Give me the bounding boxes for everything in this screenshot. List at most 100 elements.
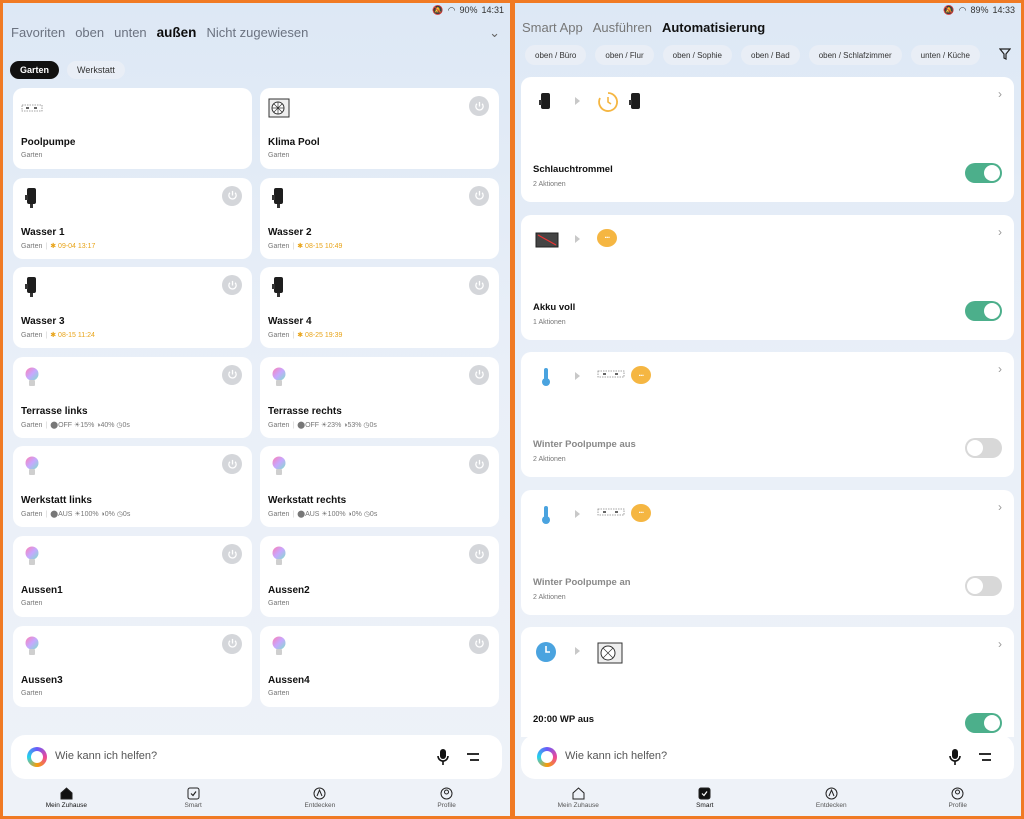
nav-item[interactable]: Profile: [383, 787, 510, 816]
automation-toggle[interactable]: [965, 575, 1002, 596]
automation-card[interactable]: ··· › Winter Poolpumpe an 2 Aktionen: [521, 489, 1014, 615]
home-icon: [572, 787, 585, 800]
water-valve-icon: [629, 93, 640, 109]
device-card[interactable]: Aussen1 Garten: [13, 536, 252, 617]
chevron-right-icon[interactable]: ›: [998, 87, 1002, 101]
chevron-right-icon[interactable]: ›: [998, 362, 1002, 376]
menu-icon[interactable]: [978, 750, 992, 764]
power-button[interactable]: [469, 364, 489, 385]
tab-nicht-zugewiesen[interactable]: Nicht zugewiesen: [206, 25, 308, 40]
automation-toggle[interactable]: [965, 300, 1002, 321]
condition-icon: [535, 504, 557, 526]
room-chip[interactable]: oben / Schlafzimmer: [808, 45, 902, 65]
power-button[interactable]: [222, 185, 242, 206]
automation-card[interactable]: › 20:00 WP aus: [521, 627, 1014, 737]
assistant-bar[interactable]: Wie kann ich helfen?: [11, 735, 502, 779]
automation-card[interactable]: › Schlauchtrommel 2 Aktionen: [521, 77, 1014, 202]
nav-item[interactable]: Entdecken: [257, 787, 384, 816]
device-card[interactable]: Klima Pool Garten: [260, 88, 499, 169]
device-grid: Poolpumpe Garten Klima Pool Garten Wasser 1 G…: [13, 88, 499, 738]
separator: |: [292, 332, 295, 340]
tab-ausfuehren[interactable]: Ausführen: [593, 20, 652, 35]
device-card[interactable]: Terrasse links Garten | ⬤OFF ☀15% ◑40% ◷0s: [13, 356, 252, 438]
nav-item[interactable]: Mein Zuhause: [3, 787, 130, 816]
automation-card[interactable]: ··· › Winter Poolpumpe aus 2 Aktionen: [521, 352, 1014, 477]
condition-icon: [535, 91, 557, 113]
room-chip[interactable]: oben / Sophie: [662, 45, 732, 65]
device-name: Terrasse rechts: [268, 405, 342, 417]
filter-icon[interactable]: [999, 48, 1011, 60]
clock: 14:31: [481, 5, 504, 15]
thermometer-icon: [542, 368, 550, 386]
device-card[interactable]: Wasser 2 Garten | ✱ 08-15 10:49: [260, 177, 499, 259]
home-panel: 🔕 ◠ 90% 14:31 Favoriten oben unten außen…: [3, 3, 510, 816]
device-card[interactable]: Poolpumpe Garten: [13, 88, 252, 169]
mute-icon: 🔕: [943, 4, 955, 15]
device-name: Aussen4: [268, 674, 310, 686]
power-button[interactable]: [469, 544, 489, 564]
device-card[interactable]: Aussen3 Garten: [13, 625, 252, 707]
chevron-right-icon[interactable]: ›: [998, 500, 1002, 514]
assistant-orb-icon: [27, 747, 47, 767]
automation-toggle[interactable]: [965, 163, 1002, 183]
chip-werkstatt[interactable]: Werkstatt: [67, 61, 125, 79]
menu-icon[interactable]: [466, 750, 480, 764]
room-chip[interactable]: oben / Flur: [595, 45, 654, 65]
tab-smart-app[interactable]: Smart App: [522, 20, 583, 35]
chevron-right-icon[interactable]: ›: [998, 637, 1002, 651]
power-button[interactable]: [222, 454, 242, 475]
tab-oben[interactable]: oben: [75, 25, 104, 40]
device-card[interactable]: Wasser 4 Garten | ✱ 08-25 19:39: [260, 267, 499, 349]
power-button[interactable]: [469, 633, 489, 654]
automation-toggle[interactable]: [965, 713, 1002, 733]
separator: |: [292, 242, 295, 250]
nav-item[interactable]: Entdecken: [768, 787, 895, 816]
tab-automatisierung[interactable]: Automatisierung: [662, 20, 765, 35]
room-chip[interactable]: oben / Bad: [741, 45, 800, 65]
power-button[interactable]: [469, 275, 489, 296]
automation-card[interactable]: ··· › Akku voll 1 Aktionen: [521, 214, 1014, 340]
nav-item[interactable]: Smart: [130, 787, 257, 816]
device-name: Werkstatt links: [21, 495, 92, 507]
device-card[interactable]: Wasser 3 Garten | ✱ 08-15 11:24: [13, 267, 252, 349]
power-button[interactable]: [222, 364, 242, 385]
chevron-down-icon[interactable]: ⌄: [489, 25, 500, 41]
device-card[interactable]: Werkstatt rechts Garten | ⬤AUS ☀100% ◑0% ◷0…: [260, 446, 499, 528]
tab-aussen[interactable]: außen: [157, 25, 197, 40]
notification-icon: ···: [631, 366, 651, 384]
device-card[interactable]: Terrasse rechts Garten | ⬤OFF ☀23% ◑53% ◷0s: [260, 356, 499, 438]
chevron-right-icon[interactable]: ›: [998, 225, 1002, 239]
mic-icon[interactable]: [436, 748, 450, 766]
device-card[interactable]: Aussen4 Garten: [260, 625, 499, 707]
water-valve-icon: [21, 275, 43, 299]
device-card[interactable]: Aussen2 Garten: [260, 536, 499, 617]
device-subtitle: Garten | ⬤AUS ☀100% ◑0% ◷0s: [21, 510, 130, 518]
device-card[interactable]: Wasser 1 Garten | ✱ 09-04 13:17: [13, 177, 252, 259]
device-card[interactable]: Werkstatt links Garten | ⬤AUS ☀100% ◑0% ◷0s: [13, 446, 252, 528]
power-button[interactable]: [469, 96, 489, 116]
nav-label: Entdecken: [304, 802, 336, 809]
nav-item[interactable]: Mein Zuhause: [515, 787, 642, 816]
chip-garten[interactable]: Garten: [10, 61, 60, 79]
bulb-icon: [21, 454, 43, 478]
power-button[interactable]: [222, 275, 242, 296]
device-name: Poolpumpe: [21, 137, 76, 148]
automation-toggle[interactable]: [965, 438, 1002, 458]
tab-unten[interactable]: unten: [114, 25, 147, 40]
mic-icon[interactable]: [948, 748, 962, 766]
assistant-bar[interactable]: Wie kann ich helfen?: [521, 735, 1014, 779]
nav-item[interactable]: Smart: [642, 787, 769, 816]
device-subtitle: Garten | ✱ 09-04 13:17: [21, 242, 95, 250]
room-chip[interactable]: oben / Büro: [525, 45, 587, 65]
power-button[interactable]: [469, 185, 489, 206]
device-subtitle: Garten: [268, 690, 289, 697]
tab-favoriten[interactable]: Favoriten: [11, 25, 65, 40]
power-button[interactable]: [222, 544, 242, 564]
nav-label: Profile: [437, 802, 456, 809]
nav-item[interactable]: Profile: [895, 787, 1022, 816]
status-bar: 🔕 ◠ 89% 14:33: [943, 3, 1015, 17]
power-button[interactable]: [222, 633, 242, 654]
power-button[interactable]: [469, 454, 489, 475]
battery-level: 89%: [970, 5, 989, 15]
room-chip[interactable]: unten / Küche: [910, 45, 980, 65]
